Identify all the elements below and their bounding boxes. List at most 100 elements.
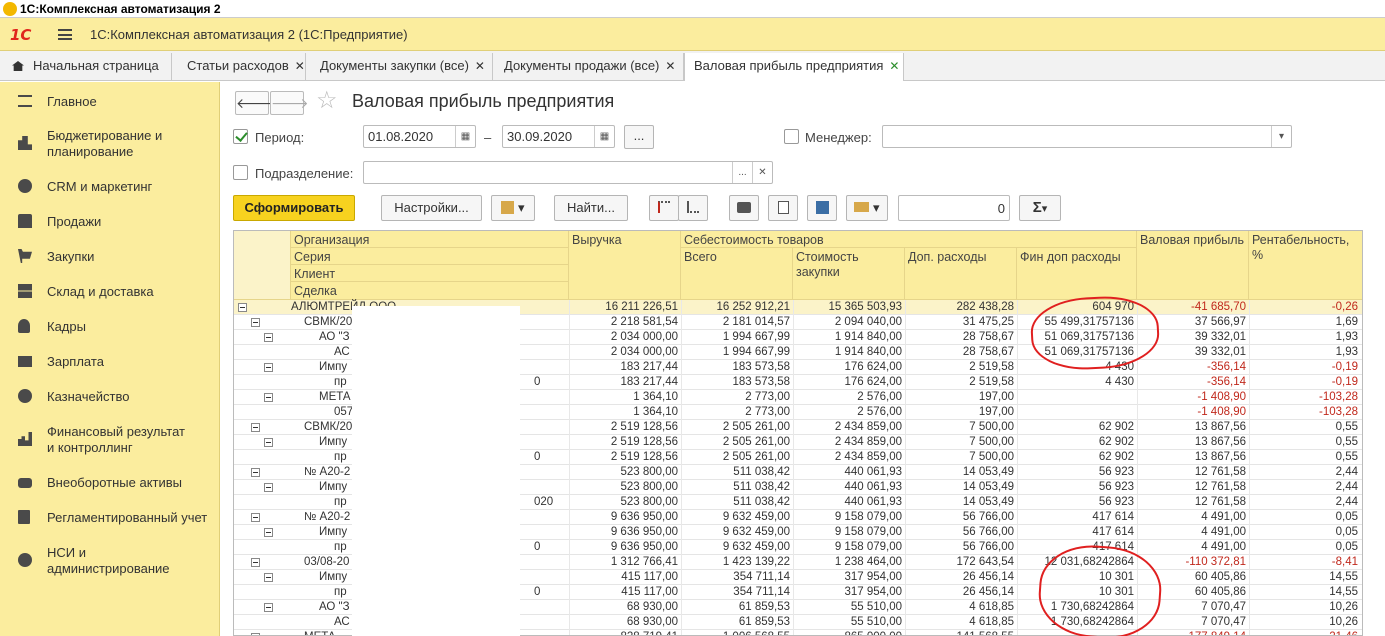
sidebar-item-hr[interactable]: Кадры	[0, 319, 220, 335]
collapse-icon[interactable]	[238, 303, 247, 312]
collapse-icon[interactable]	[251, 558, 260, 567]
back-button[interactable]: 🡐	[235, 91, 274, 115]
email-button[interactable]: ▾	[846, 195, 888, 221]
tab-expense-items[interactable]: Статьи расходов ✕	[172, 53, 306, 80]
sidebar-item-label: Регламентированный учет	[47, 510, 208, 525]
cell-purchase: 9 158 079,00	[834, 541, 902, 553]
collapse-icon[interactable]	[251, 468, 260, 477]
column-divider	[1017, 300, 1018, 635]
date-to-input[interactable]: 30.09.2020 ▦	[502, 125, 615, 148]
division-select-button[interactable]: ...	[732, 162, 752, 183]
clear-icon[interactable]: ✕	[752, 162, 772, 183]
cell-revenue: 828 719,41	[569, 630, 681, 635]
sidebar-item-sales[interactable]: Продажи	[0, 214, 220, 230]
collapse-icon[interactable]	[264, 603, 273, 612]
cell-fin	[1017, 405, 1137, 420]
report-form: 🡐 🡒 ☆ Валовая прибыль предприятия Период…	[221, 82, 1385, 636]
cell-fin: 417 614	[1092, 526, 1134, 538]
window-title: 1С:Комплексная автоматизация 2	[20, 2, 221, 16]
sidebar-item-treasury[interactable]: Казначейство	[0, 389, 220, 405]
sidebar-item-budgeting[interactable]: Бюджетирование и планирование	[0, 128, 175, 160]
print-button[interactable]	[729, 195, 759, 221]
cell-extra: 4 618,85	[969, 616, 1014, 628]
cell-revenue: 2 519 128,56	[610, 421, 678, 433]
division-input[interactable]: ... ✕	[363, 161, 773, 184]
tab-gross-profit[interactable]: Валовая прибыль предприятия ✕	[684, 53, 904, 81]
cell-purchase: 2 434 859,00	[834, 451, 902, 463]
cell-revenue: 1 312 766,41	[610, 556, 678, 568]
calendar-icon[interactable]: ▦	[455, 126, 475, 147]
save-button[interactable]	[807, 195, 837, 221]
variant-button[interactable]: ▾	[491, 195, 535, 221]
sort-desc-button[interactable]	[649, 195, 679, 221]
sum-button[interactable]: Σ▾	[1019, 195, 1061, 221]
generate-button[interactable]: Сформировать	[233, 195, 355, 221]
close-icon[interactable]: ✕	[475, 53, 485, 79]
row-name: № А20-2	[304, 511, 351, 523]
tab-home[interactable]: Начальная страница	[0, 53, 172, 80]
preview-button[interactable]	[768, 195, 798, 221]
collapse-icon[interactable]	[264, 363, 273, 372]
cell-total: 9 632 459,00	[722, 511, 790, 523]
sidebar-item-regulated-accounting[interactable]: Регламентированный учет	[0, 510, 220, 526]
collapse-icon[interactable]	[251, 513, 260, 522]
close-icon[interactable]: ✕	[295, 53, 305, 79]
manager-input[interactable]: ▾	[882, 125, 1292, 148]
sidebar-item-administration[interactable]: НСИ и администрирование	[0, 545, 170, 577]
collapse-icon[interactable]	[264, 483, 273, 492]
collapse-icon[interactable]	[264, 528, 273, 537]
cell-total: 1 006 568,55	[681, 630, 793, 635]
cell-extra: 7 500,00	[969, 451, 1014, 463]
sidebar-item-purchases[interactable]: Закупки	[0, 249, 220, 265]
chevron-down-icon[interactable]: ▾	[1271, 126, 1291, 147]
cell-extra: 26 456,14	[962, 571, 1014, 583]
cell-margin: 14,55	[1329, 571, 1358, 583]
collapse-icon[interactable]	[264, 438, 273, 447]
column-divider	[681, 300, 682, 635]
cell-extra: 26 456,14	[962, 586, 1014, 598]
period-checkbox[interactable]	[233, 129, 248, 144]
sidebar-item-warehouse[interactable]: Склад и доставка	[0, 284, 220, 300]
cell-purchase: 9 158 079,00	[834, 526, 902, 538]
sidebar-item-fixed-assets[interactable]: Внеоборотные активы	[0, 475, 220, 491]
cell-purchase: 1 914 840,00	[834, 346, 902, 358]
collapse-icon[interactable]	[264, 573, 273, 582]
budget-icon	[18, 136, 32, 150]
sidebar-item-label: CRM и маркетинг	[47, 179, 153, 194]
cell-extra: 56 766,00	[962, 511, 1014, 523]
sidebar-item-crm[interactable]: CRM и маркетинг	[0, 179, 220, 195]
tab-sales-docs[interactable]: Документы продажи (все) ✕	[493, 53, 684, 80]
sidebar-item-financial-result[interactable]: Финансовый результат и контроллинг	[0, 424, 190, 456]
division-checkbox[interactable]	[233, 165, 248, 180]
sort-asc-button[interactable]	[678, 195, 708, 221]
cell-purchase: 440 061,93	[844, 481, 902, 493]
favorite-star-icon[interactable]: ☆	[316, 88, 338, 114]
sidebar-item-main[interactable]: Главное	[0, 94, 220, 110]
cell-extra: 4 618,85	[969, 601, 1014, 613]
close-icon[interactable]: ✕	[889, 53, 899, 79]
tab-purchase-docs[interactable]: Документы закупки (все) ✕	[306, 53, 493, 80]
cell-total: 9 632 459,00	[722, 526, 790, 538]
cell-purchase: 15 365 503,93	[828, 301, 902, 313]
sidebar-item-label: НСИ и администрирование	[47, 545, 170, 576]
calendar-icon[interactable]: ▦	[594, 126, 614, 147]
row-name: МЕТА	[304, 630, 336, 635]
cell-gross: 12 761,58	[1194, 466, 1246, 478]
period-select-button[interactable]: ...	[624, 125, 654, 149]
sum-field[interactable]: 0	[898, 195, 1010, 221]
app-name: 1С:Комплексная автоматизация 2 (1С:Предп…	[90, 27, 408, 42]
settings-button[interactable]: Настройки...	[381, 195, 482, 221]
forward-button[interactable]: 🡒	[270, 91, 309, 115]
collapse-icon[interactable]	[264, 333, 273, 342]
main-menu-icon[interactable]	[58, 29, 72, 40]
collapse-icon[interactable]	[264, 393, 273, 402]
find-button[interactable]: Найти...	[554, 195, 628, 221]
date-from-input[interactable]: 01.08.2020 ▦	[363, 125, 476, 148]
collapse-icon[interactable]	[251, 423, 260, 432]
close-icon[interactable]: ✕	[665, 53, 675, 79]
sidebar-item-payroll[interactable]: Зарплата	[0, 354, 220, 370]
manager-checkbox[interactable]	[784, 129, 799, 144]
collapse-icon[interactable]	[251, 318, 260, 327]
header-purchase-cost: Стоимость закупки	[793, 248, 905, 300]
row-name: Импу	[319, 436, 348, 448]
